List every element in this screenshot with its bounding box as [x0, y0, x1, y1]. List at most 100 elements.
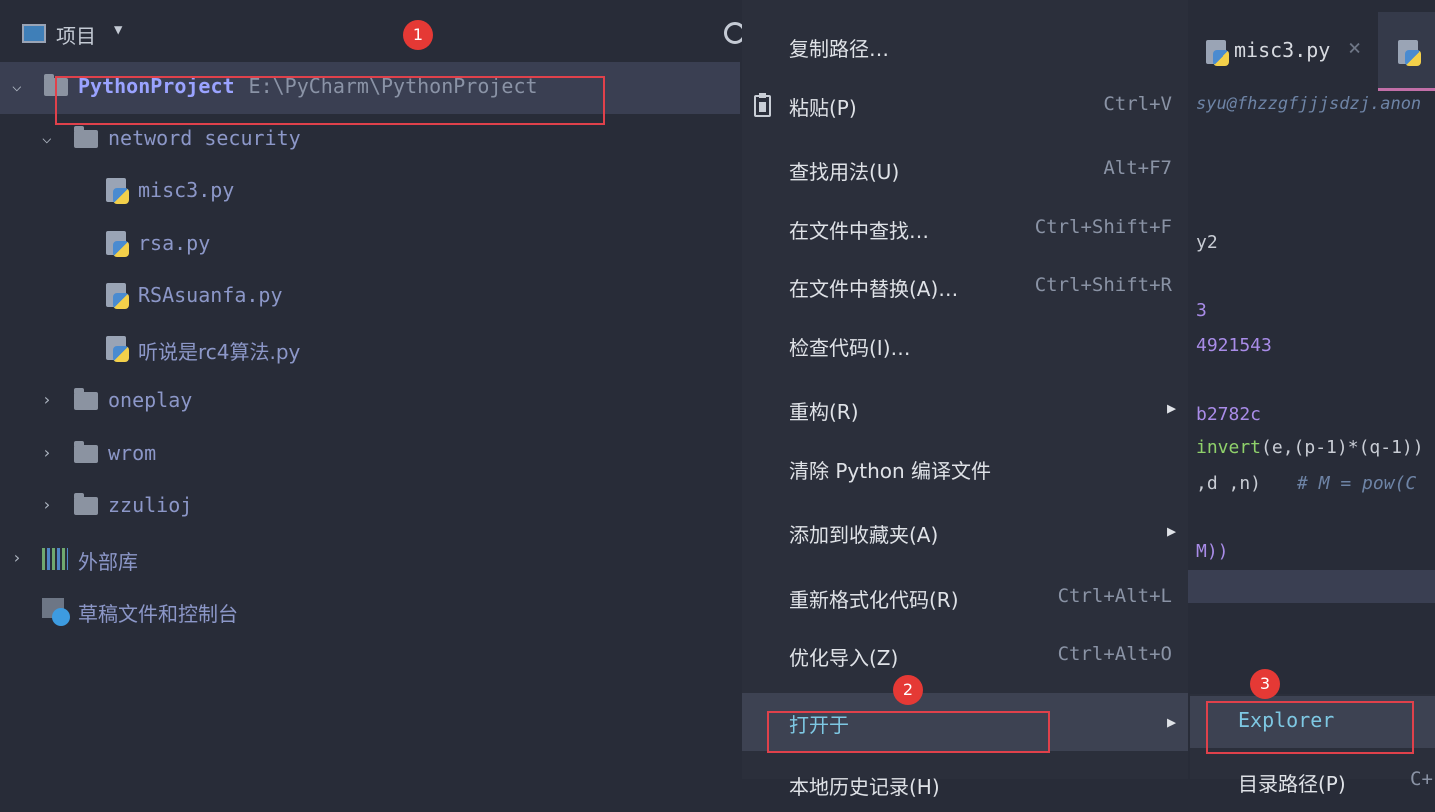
menu-item-local-history[interactable]: 本地历史记录(H) — [742, 760, 1188, 812]
file-name: rsa.py — [138, 231, 211, 255]
menu-item-optimize-imports[interactable]: 优化导入(Z) Ctrl+Alt+O — [742, 631, 1188, 683]
submenu-arrow-icon: ▶ — [1166, 522, 1176, 540]
chevron-right-icon[interactable]: › — [42, 495, 52, 514]
current-line-highlight — [1188, 570, 1435, 603]
menu-item-find-usages[interactable]: 查找用法(U) Alt+F7 — [742, 145, 1188, 197]
tree-row-file[interactable]: rsa.py — [0, 219, 740, 271]
tab-label: misc3.py — [1234, 38, 1331, 62]
submenu-item-directory-path[interactable]: 目录路径(P) C+ — [1190, 756, 1435, 808]
menu-item-copy-path[interactable]: 复制路径… — [742, 22, 1188, 74]
python-file-icon — [106, 336, 129, 362]
menu-item-shortcut: Ctrl+Shift+R — [1034, 274, 1172, 296]
menu-item-label: 检查代码(I)… — [789, 336, 911, 360]
tree-row-external-libraries[interactable]: › 外部库 — [0, 534, 740, 586]
menu-item-paste[interactable]: 粘贴(P) Ctrl+V — [742, 81, 1188, 133]
menu-item-shortcut: Ctrl+Shift+F — [1034, 216, 1172, 238]
editor-area[interactable] — [1188, 0, 1435, 779]
chevron-down-icon[interactable]: ▼ — [114, 22, 122, 38]
code-fragment: y2 — [1196, 232, 1218, 253]
python-file-icon — [106, 283, 129, 309]
folder-icon — [74, 126, 98, 148]
project-panel-header: 项目 ▼ — [0, 0, 746, 62]
tree-row-file[interactable]: RSAsuanfa.py — [0, 271, 740, 323]
tree-row-scratches[interactable]: 草稿文件和控制台 — [0, 586, 740, 638]
chevron-down-icon[interactable]: ⌵ — [42, 128, 52, 147]
external-libraries-label: 外部库 — [78, 550, 138, 574]
menu-item-find-in-files[interactable]: 在文件中查找… Ctrl+Shift+F — [742, 204, 1188, 256]
menu-item-shortcut: Alt+F7 — [1103, 157, 1172, 179]
scratches-label: 草稿文件和控制台 — [78, 602, 238, 626]
menu-item-reformat-code[interactable]: 重新格式化代码(R) Ctrl+Alt+L — [742, 573, 1188, 625]
menu-item-add-to-favorites[interactable]: 添加到收藏夹(A) ▶ — [742, 508, 1188, 560]
menu-item-label: 粘贴(P) — [789, 96, 857, 120]
menu-item-label: 重新格式化代码(R) — [789, 588, 959, 612]
code-args: (e,(p-1)*(q-1)) — [1261, 437, 1424, 458]
folder-icon — [74, 493, 98, 515]
submenu-arrow-icon: ▶ — [1166, 399, 1176, 417]
tree-row-folder[interactable]: › wrom — [0, 429, 740, 481]
menu-item-label: 优化导入(Z) — [789, 646, 899, 670]
folder-name: zzulioj — [108, 493, 193, 517]
editor-tab-active[interactable] — [1378, 12, 1435, 91]
step-badge: 2 — [893, 675, 923, 705]
tree-row-folder[interactable]: › oneplay — [0, 376, 740, 428]
annotation-highlight-box — [55, 76, 605, 125]
file-name: RSAsuanfa.py — [138, 283, 283, 307]
menu-item-shortcut: Ctrl+Alt+L — [1057, 585, 1172, 607]
folder-icon — [74, 388, 98, 410]
menu-item-label: 查找用法(U) — [789, 160, 900, 184]
code-fragment: invert(e,(p-1)*(q-1)) — [1196, 437, 1424, 458]
menu-item-label: 在文件中查找… — [789, 219, 929, 243]
code-fragment: 3 — [1196, 300, 1207, 321]
code-comment: # M = pow(C — [1297, 473, 1417, 494]
code-fragment: ,d ,n) # M = pow(C — [1196, 473, 1416, 494]
menu-item-shortcut: Ctrl+Alt+O — [1057, 643, 1172, 665]
paste-icon — [754, 93, 771, 117]
annotation-highlight-box — [767, 711, 1050, 753]
submenu-arrow-icon: ▶ — [1166, 713, 1176, 731]
python-file-icon — [106, 231, 129, 257]
editor-tab-bar: misc3.py × — [1188, 0, 1435, 91]
folder-icon — [74, 441, 98, 463]
python-file-icon — [106, 178, 129, 204]
code-fragment: 4921543 — [1196, 335, 1272, 356]
project-panel-title[interactable]: 项目 — [56, 20, 96, 49]
menu-item-label: 在文件中替换(A)… — [789, 277, 959, 301]
scratches-icon — [42, 598, 70, 626]
chevron-right-icon[interactable]: › — [12, 548, 22, 567]
code-fragment: b2782c — [1196, 404, 1262, 425]
tree-row-folder[interactable]: › zzulioj — [0, 481, 740, 533]
menu-item-refactor[interactable]: 重构(R) ▶ — [742, 385, 1188, 437]
folder-name: netword security — [108, 126, 301, 150]
submenu-item-shortcut: C+ — [1410, 768, 1433, 790]
file-name: misc3.py — [138, 178, 235, 202]
menu-item-label: 本地历史记录(H) — [789, 775, 940, 799]
tree-row-file[interactable]: misc3.py — [0, 166, 740, 218]
library-icon — [42, 548, 68, 570]
menu-item-label: 复制路径… — [789, 37, 889, 61]
python-file-icon — [1398, 40, 1421, 66]
code-args: ,d ,n) — [1196, 473, 1262, 494]
close-icon[interactable]: × — [1348, 36, 1361, 61]
step-badge: 1 — [403, 20, 433, 50]
python-file-icon — [1206, 40, 1229, 66]
chevron-down-icon[interactable]: ⌵ — [12, 76, 22, 95]
context-menu: 复制路径… 粘贴(P) Ctrl+V 查找用法(U) Alt+F7 在文件中查找… — [742, 0, 1188, 799]
code-function: invert — [1196, 437, 1262, 458]
tree-row-file[interactable]: 听说是rc4算法.py — [0, 324, 740, 376]
menu-item-shortcut: Ctrl+V — [1103, 93, 1172, 115]
chevron-right-icon[interactable]: › — [42, 443, 52, 462]
menu-item-label: 添加到收藏夹(A) — [789, 523, 939, 547]
folder-name: wrom — [108, 441, 157, 465]
editor-tab[interactable]: misc3.py × — [1188, 12, 1378, 88]
menu-item-replace-in-files[interactable]: 在文件中替换(A)… Ctrl+Shift+R — [742, 262, 1188, 314]
project-view-icon — [22, 24, 46, 43]
menu-item-clean-python[interactable]: 清除 Python 编译文件 — [742, 444, 1188, 496]
folder-name: oneplay — [108, 388, 193, 412]
file-name: 听说是rc4算法.py — [138, 340, 301, 364]
code-fragment: M)) — [1196, 541, 1229, 562]
menu-item-inspect-code[interactable]: 检查代码(I)… — [742, 321, 1188, 373]
annotation-highlight-box — [1206, 701, 1414, 754]
chevron-right-icon[interactable]: › — [42, 390, 52, 409]
code-author: syu@fhzzgfjjjsdzj.anon — [1196, 94, 1422, 114]
